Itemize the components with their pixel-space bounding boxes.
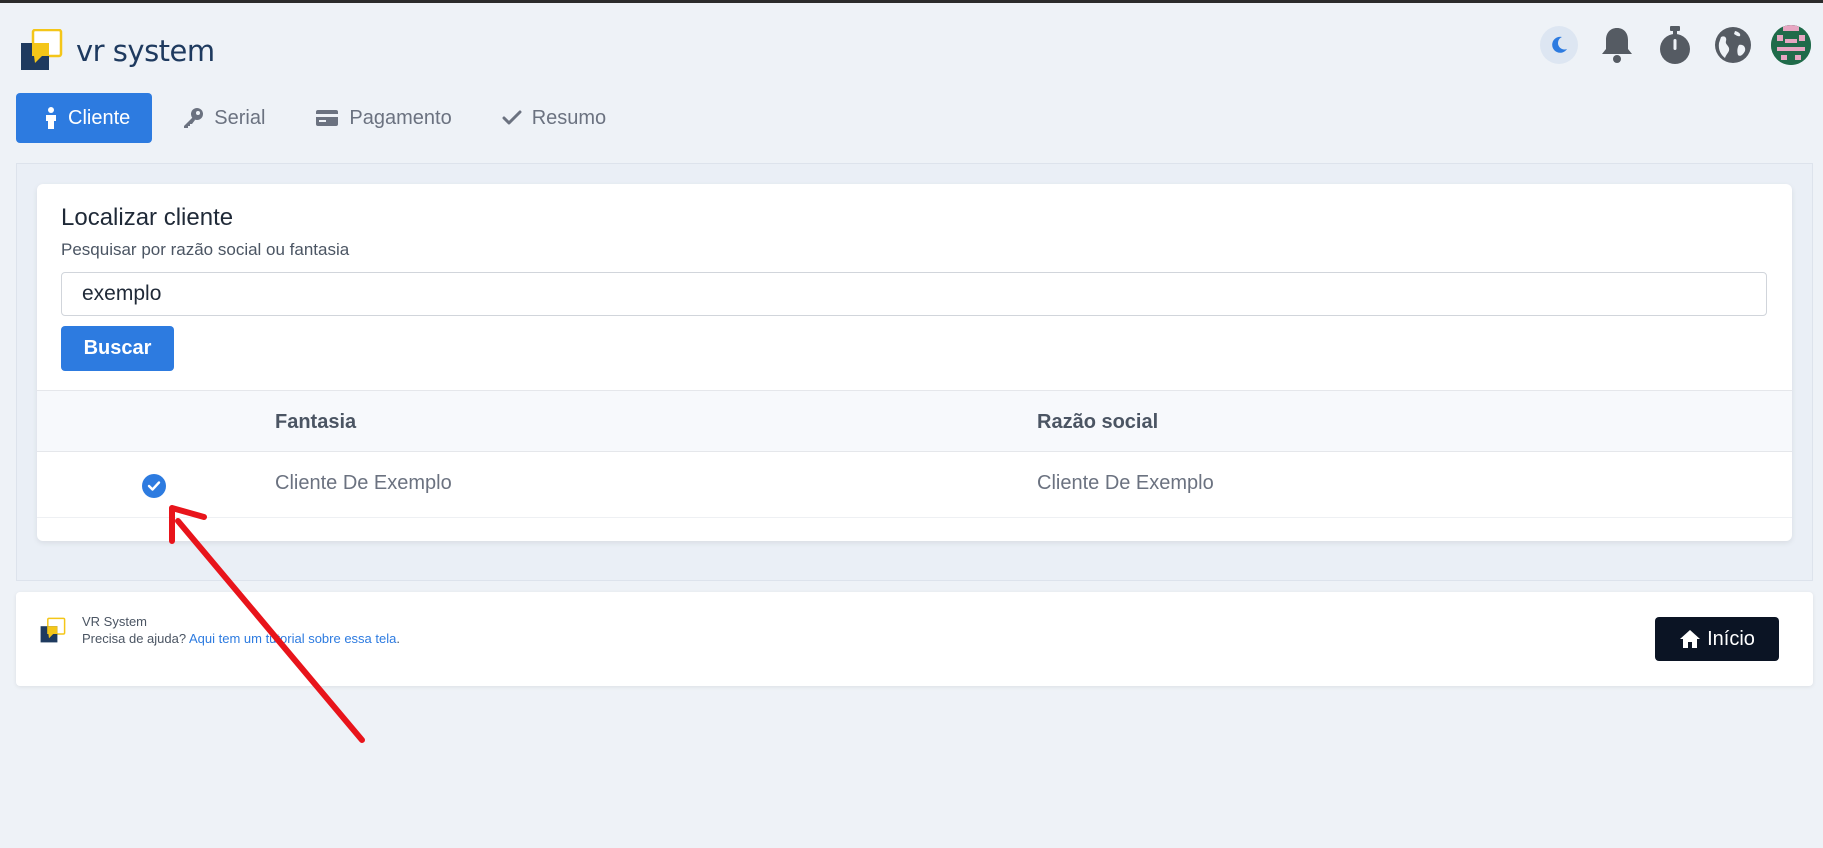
language-button[interactable]: [1713, 25, 1753, 65]
cell-razao-social: Cliente De Exemplo: [1037, 472, 1214, 494]
column-header-razao-social[interactable]: Razão social: [1037, 411, 1158, 434]
bell-icon: [1602, 28, 1632, 63]
avatar[interactable]: [1771, 25, 1811, 65]
footer-logo-icon: [40, 617, 70, 645]
logo-icon: [20, 28, 70, 73]
wizard-tabs: Cliente Serial Pagamento Resumo: [16, 93, 636, 143]
tab-resumo[interactable]: Resumo: [482, 93, 626, 143]
moon-icon: [1540, 26, 1578, 64]
tab-cliente[interactable]: Cliente: [16, 93, 153, 143]
column-header-fantasia[interactable]: Fantasia: [275, 411, 356, 434]
tab-label: Cliente: [68, 106, 131, 129]
key-icon: [184, 108, 204, 128]
stopwatch-icon: [1660, 26, 1690, 64]
footer-title: VR System: [82, 614, 148, 629]
brand-name: vr system: [76, 34, 215, 68]
check-icon: [502, 110, 522, 125]
search-card: Localizar cliente Pesquisar por razão so…: [37, 184, 1792, 541]
selected-check-icon[interactable]: [142, 474, 166, 498]
search-button[interactable]: Buscar: [61, 326, 174, 371]
table-row[interactable]: Cliente De Exemplo Cliente De Exemplo: [37, 452, 1792, 518]
footer: VR System Precisa de ajuda? Aqui tem um …: [16, 592, 1813, 686]
header: vr system: [0, 3, 1823, 83]
tutorial-link[interactable]: Aqui tem um tutorial sobre essa tela: [189, 631, 396, 646]
globe-icon: [1715, 27, 1751, 63]
footer-help: Precisa de ajuda? Aqui tem um tutorial s…: [82, 631, 400, 646]
theme-toggle[interactable]: [1539, 25, 1579, 65]
tab-label: Serial: [214, 106, 266, 129]
help-suffix: .: [396, 631, 400, 646]
search-input[interactable]: [61, 272, 1767, 316]
card-title: Localizar cliente: [61, 204, 234, 231]
header-icons: [1539, 25, 1811, 65]
content-panel: Localizar cliente Pesquisar por razão so…: [16, 163, 1813, 581]
person-icon: [46, 107, 56, 129]
tab-label: Pagamento: [349, 106, 452, 129]
home-icon: [1680, 630, 1701, 648]
timer-button[interactable]: [1655, 25, 1695, 65]
table-header: Fantasia Razão social: [37, 390, 1792, 452]
tab-label: Resumo: [531, 106, 607, 129]
cell-fantasia: Cliente De Exemplo: [275, 472, 452, 494]
help-prefix: Precisa de ajuda?: [82, 631, 187, 646]
notifications-button[interactable]: [1597, 25, 1637, 65]
tab-pagamento[interactable]: Pagamento: [295, 93, 471, 143]
credit-card-icon: [316, 110, 339, 126]
home-button[interactable]: Início: [1655, 617, 1779, 661]
brand-logo[interactable]: vr system: [20, 28, 215, 73]
card-subtitle: Pesquisar por razão social ou fantasia: [61, 240, 350, 259]
tab-serial[interactable]: Serial: [162, 93, 285, 143]
home-button-label: Início: [1707, 627, 1755, 650]
